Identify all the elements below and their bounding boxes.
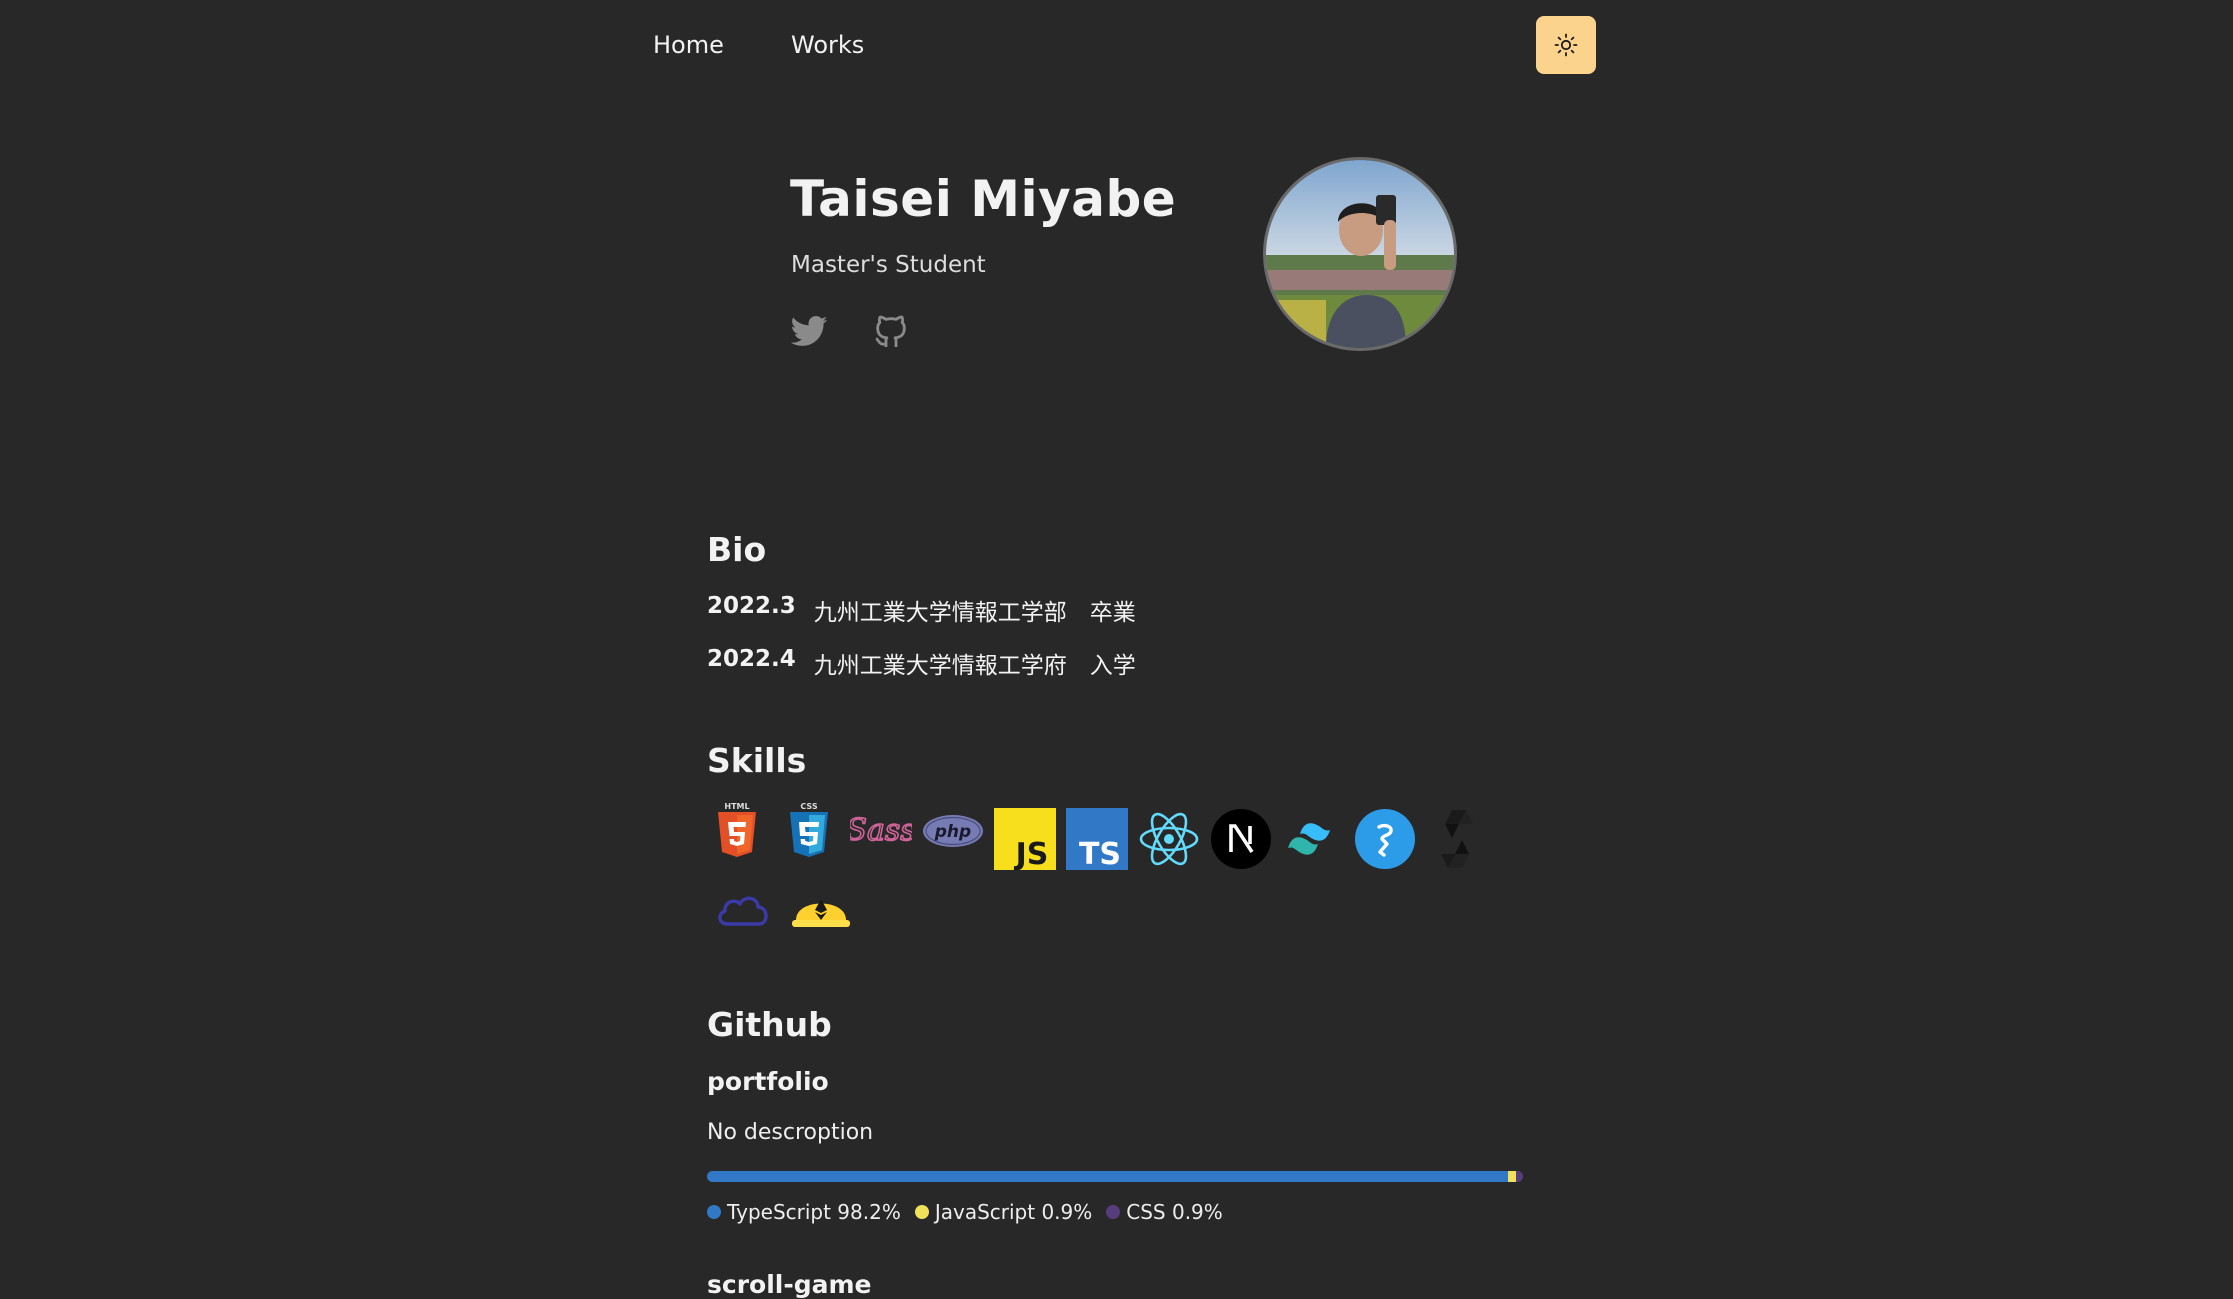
twitter-link[interactable]: [789, 312, 829, 352]
profile-name: Taisei Miyabe: [790, 170, 1177, 228]
cloud-icon: [713, 880, 775, 942]
prisma-icon: [1354, 808, 1416, 870]
repo-name[interactable]: portfolio: [707, 1067, 829, 1096]
legend-css: CSS 0.9%: [1106, 1200, 1223, 1224]
github-icon: [875, 315, 906, 347]
language-bar-css: [1515, 1171, 1523, 1182]
bio-year: 2022.3: [707, 593, 796, 619]
twitter-icon: [790, 316, 828, 346]
legend-typescript: TypeScript 98.2%: [707, 1200, 901, 1224]
nav-works-link[interactable]: Works: [791, 31, 864, 59]
svg-text:TS: TS: [1079, 837, 1121, 870]
svg-text:Sass: Sass: [850, 813, 912, 848]
language-bar-javascript: [1508, 1171, 1516, 1182]
react-icon: [1138, 808, 1200, 870]
repo-description: No descroption: [707, 1120, 874, 1145]
language-bar: [707, 1171, 1523, 1182]
hardhat-icon: [790, 880, 852, 942]
language-bar-typescript: [707, 1171, 1509, 1182]
svg-text:HTML: HTML: [724, 802, 749, 811]
html5-icon: HTML: [706, 800, 768, 862]
svg-text:php: php: [934, 822, 971, 842]
bio-year: 2022.4: [707, 646, 796, 672]
top-nav: Home Works: [0, 0, 2233, 92]
bio-item: 2022.4 九州工業大学情報工学府 入学: [707, 646, 1136, 680]
skills-heading: Skills: [707, 741, 807, 780]
avatar: [1263, 157, 1457, 351]
github-heading: Github: [707, 1005, 832, 1044]
bio-text: 九州工業大学情報工学府 入学: [813, 653, 1136, 679]
nav-home-link[interactable]: Home: [653, 31, 724, 59]
sun-icon: [1554, 33, 1578, 57]
php-icon: php: [922, 800, 984, 862]
solidity-icon: [1426, 808, 1488, 870]
profile-role: Master's Student: [791, 252, 986, 278]
theme-toggle-button[interactable]: [1536, 16, 1596, 74]
github-link[interactable]: [871, 312, 911, 352]
bio-text: 九州工業大学情報工学部 卒業: [813, 600, 1136, 626]
nextjs-icon: [1210, 808, 1272, 870]
typescript-icon: TS: [1066, 808, 1128, 872]
sass-icon: Sass: [846, 800, 917, 862]
javascript-icon: JS: [994, 808, 1056, 872]
css3-icon: CSS: [778, 800, 840, 862]
svg-text:CSS: CSS: [800, 802, 817, 811]
repo-name[interactable]: scroll-game: [707, 1270, 872, 1299]
bio-item: 2022.3 九州工業大学情報工学部 卒業: [707, 593, 1136, 627]
svg-text:JS: JS: [1014, 837, 1049, 870]
language-legend: TypeScript 98.2% JavaScript 0.9% CSS 0.9…: [707, 1200, 1223, 1224]
tailwind-icon: [1282, 808, 1344, 870]
legend-javascript: JavaScript 0.9%: [914, 1200, 1092, 1224]
bio-heading: Bio: [707, 530, 767, 569]
